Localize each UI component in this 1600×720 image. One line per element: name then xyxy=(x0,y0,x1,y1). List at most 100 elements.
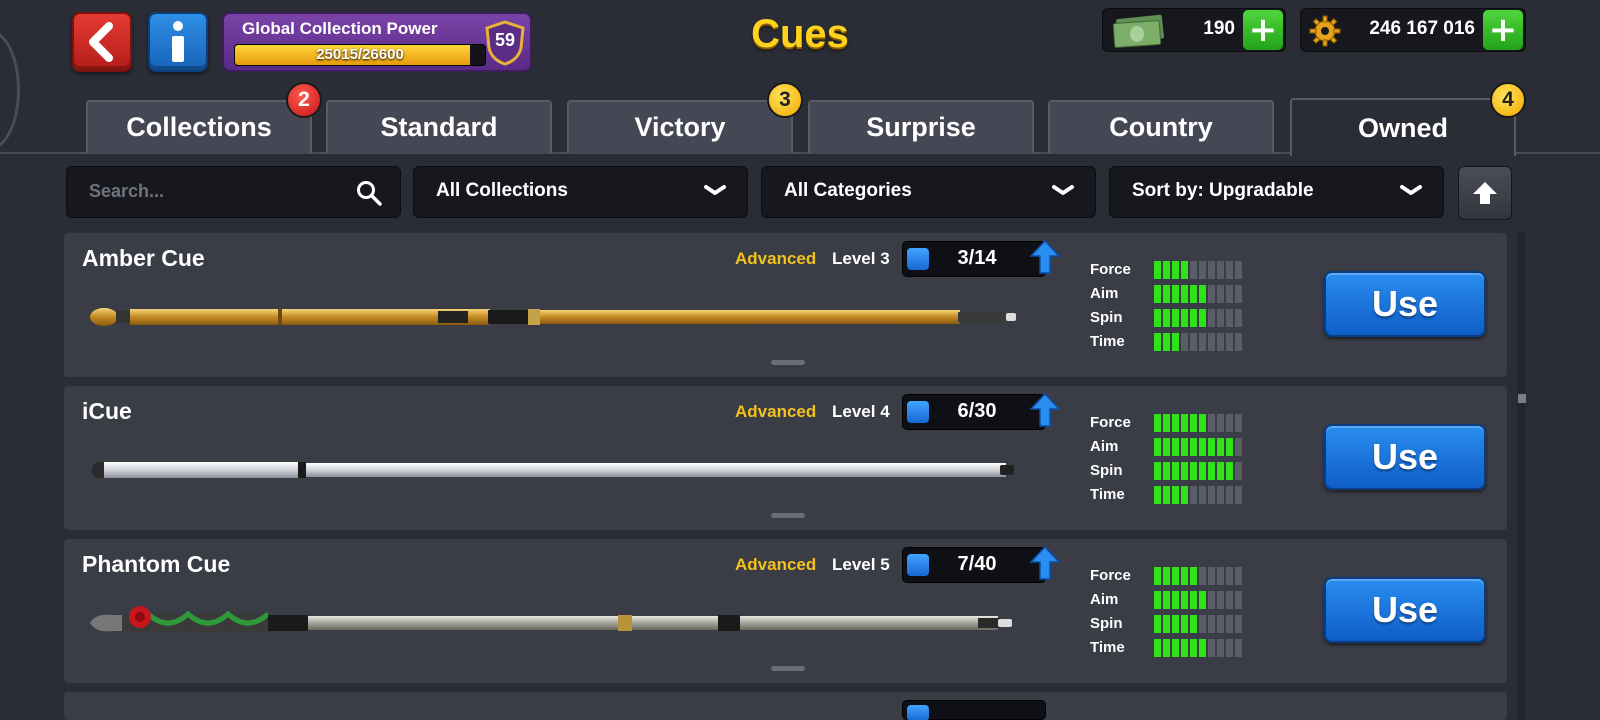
global-collection-power-panel[interactable]: Global Collection Power 25015/26600 59 xyxy=(222,12,532,72)
tab-owned[interactable]: Owned xyxy=(1290,98,1516,156)
cue-image xyxy=(92,462,1014,478)
categories-dropdown[interactable]: All Categories xyxy=(761,166,1096,218)
stat-segment xyxy=(1226,414,1233,432)
tab-surprise[interactable]: Surprise xyxy=(808,100,1034,153)
tab-label: Standard xyxy=(380,112,498,142)
stat-segment xyxy=(1226,615,1233,633)
stat-segment xyxy=(1172,285,1179,303)
stat-segment xyxy=(1163,414,1170,432)
stat-segment xyxy=(1190,285,1197,303)
stat-segment xyxy=(1172,462,1179,480)
coins-value: 246 167 016 xyxy=(1369,18,1475,39)
stat-segment xyxy=(1199,567,1206,585)
add-coins-button[interactable]: + xyxy=(1483,10,1523,50)
piece-icon xyxy=(907,248,929,270)
use-button[interactable]: Use xyxy=(1324,271,1486,337)
stat-label-time: Time xyxy=(1090,486,1125,503)
add-cash-button[interactable]: + xyxy=(1243,10,1283,50)
stat-segment xyxy=(1226,591,1233,609)
expand-handle[interactable] xyxy=(771,360,805,365)
stat-segment xyxy=(1217,615,1224,633)
cue-row[interactable]: Phantom Cue Advanced Level 5 7/40 Force … xyxy=(64,539,1507,683)
cue-name: Phantom Cue xyxy=(82,551,231,577)
chevron-down-icon xyxy=(704,185,726,195)
stat-bar-time xyxy=(1154,486,1242,504)
sort-direction-button[interactable] xyxy=(1458,166,1512,220)
use-button[interactable]: Use xyxy=(1324,424,1486,490)
upgrade-progress: 7/40 xyxy=(902,547,1046,583)
stat-segment xyxy=(1181,438,1188,456)
cue-row[interactable]: iCue Advanced Level 4 6/30 Force Aim Spi… xyxy=(64,386,1507,530)
stat-segment xyxy=(1163,615,1170,633)
stat-segment xyxy=(1190,567,1197,585)
tab-standard[interactable]: Standard xyxy=(326,100,552,153)
cue-level: Level 3 xyxy=(832,249,890,268)
stat-segment xyxy=(1172,591,1179,609)
expand-handle[interactable] xyxy=(771,666,805,671)
cue-level: Level 4 xyxy=(832,402,890,421)
stat-segment xyxy=(1154,414,1161,432)
stat-segment xyxy=(1217,639,1224,657)
stat-segment xyxy=(1172,333,1179,351)
stat-segment xyxy=(1163,462,1170,480)
tab-label: Collections xyxy=(126,112,272,142)
upgrade-progress-text: 7/40 xyxy=(957,553,997,575)
tab-label: Country xyxy=(1109,112,1213,142)
stat-segment xyxy=(1154,567,1161,585)
stat-segment xyxy=(1208,309,1215,327)
scrollbar-thumb[interactable] xyxy=(1518,394,1526,403)
back-button[interactable] xyxy=(72,12,132,72)
stat-segment xyxy=(1154,309,1161,327)
piece-icon xyxy=(907,401,929,423)
cue-name: iCue xyxy=(82,398,132,424)
stat-segment xyxy=(1226,567,1233,585)
expand-handle[interactable] xyxy=(771,513,805,518)
stat-segment xyxy=(1226,261,1233,279)
stat-segment xyxy=(1226,462,1233,480)
stat-segment xyxy=(1199,639,1206,657)
upgrade-progress: 6/30 xyxy=(902,394,1046,430)
stat-segment xyxy=(1190,438,1197,456)
collections-dropdown[interactable]: All Collections xyxy=(413,166,748,218)
stat-segment xyxy=(1208,486,1215,504)
tab-collections[interactable]: Collections xyxy=(86,100,312,153)
global-collection-power-progress: 25015/26600 xyxy=(316,46,404,63)
upgrade-arrow-icon xyxy=(1029,392,1061,427)
stat-bar-spin xyxy=(1154,462,1242,480)
tab-label: Surprise xyxy=(866,112,976,142)
stat-label-spin: Spin xyxy=(1090,615,1123,632)
stat-segment xyxy=(1235,462,1242,480)
stat-label-force: Force xyxy=(1090,414,1131,431)
stat-segment xyxy=(1172,309,1179,327)
upgrade-progress: 3/14 xyxy=(902,241,1046,277)
cue-row-partial[interactable] xyxy=(64,692,1507,720)
stat-segment xyxy=(1226,333,1233,351)
stat-label-aim: Aim xyxy=(1090,285,1119,302)
cue-row[interactable]: Amber Cue Advanced Level 3 3/14 Force Ai… xyxy=(64,233,1507,377)
tab-country[interactable]: Country xyxy=(1048,100,1274,153)
stat-segment xyxy=(1163,486,1170,504)
stat-segment xyxy=(1235,486,1242,504)
cash-counter: 190 + xyxy=(1102,8,1286,52)
stat-segment xyxy=(1208,639,1215,657)
cue-tier: Advanced xyxy=(735,249,817,268)
stat-label-aim: Aim xyxy=(1090,438,1119,455)
cash-value: 190 xyxy=(1203,18,1235,39)
piece-icon xyxy=(907,705,929,720)
notification-badge: 3 xyxy=(767,82,803,118)
search-input[interactable]: Search... xyxy=(66,166,401,218)
upgrade-arrow-icon xyxy=(1029,239,1061,274)
stat-segment xyxy=(1217,591,1224,609)
stat-segment xyxy=(1226,486,1233,504)
tab-victory[interactable]: Victory xyxy=(567,100,793,153)
stat-segment xyxy=(1190,591,1197,609)
info-icon xyxy=(172,21,184,62)
stat-segment xyxy=(1217,333,1224,351)
use-button[interactable]: Use xyxy=(1324,577,1486,643)
list-scrollbar[interactable] xyxy=(1517,233,1525,720)
stat-segment xyxy=(1199,615,1206,633)
stat-segment xyxy=(1235,639,1242,657)
stat-segment xyxy=(1217,285,1224,303)
info-button[interactable] xyxy=(148,12,208,72)
sort-dropdown[interactable]: Sort by: Upgradable xyxy=(1109,166,1444,218)
